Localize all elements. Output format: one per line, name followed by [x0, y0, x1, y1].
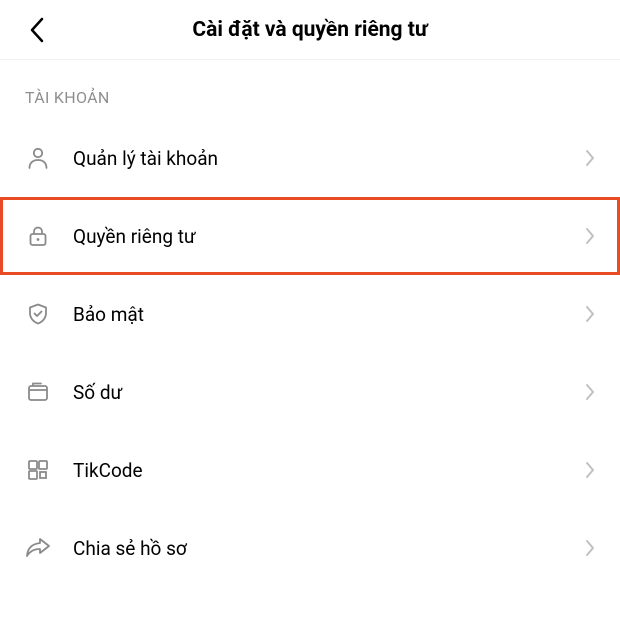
share-icon	[25, 535, 51, 561]
settings-item-security[interactable]: Bảo mật	[0, 275, 620, 353]
shield-icon	[25, 301, 51, 327]
chevron-right-icon	[585, 539, 595, 557]
chevron-right-icon	[585, 383, 595, 401]
settings-item-label: Quản lý tài khoản	[73, 147, 585, 170]
settings-item-tikcode[interactable]: TikCode	[0, 431, 620, 509]
header: Cài đặt và quyền riêng tư	[0, 0, 620, 60]
chevron-right-icon	[585, 149, 595, 167]
settings-item-privacy[interactable]: Quyền riêng tư	[0, 197, 620, 275]
chevron-right-icon	[585, 305, 595, 323]
back-button[interactable]	[22, 15, 52, 45]
qrcode-icon	[25, 457, 51, 483]
settings-list: Quản lý tài khoản Quyền riêng tư Bảo mật Số…	[0, 119, 620, 587]
settings-item-balance[interactable]: Số dư	[0, 353, 620, 431]
settings-item-manage-account[interactable]: Quản lý tài khoản	[0, 119, 620, 197]
page-title: Cài đặt và quyền riêng tư	[20, 18, 600, 42]
user-icon	[25, 145, 51, 171]
settings-item-label: Bảo mật	[73, 303, 585, 326]
settings-item-label: Quyền riêng tư	[73, 225, 585, 248]
lock-icon	[25, 223, 51, 249]
settings-item-label: TikCode	[73, 459, 585, 482]
chevron-right-icon	[585, 227, 595, 245]
wallet-icon	[25, 379, 51, 405]
section-header: TÀI KHOẢN	[0, 60, 620, 119]
settings-item-label: Chia sẻ hồ sơ	[73, 537, 585, 560]
settings-item-label: Số dư	[73, 381, 585, 404]
chevron-right-icon	[585, 461, 595, 479]
settings-item-share-profile[interactable]: Chia sẻ hồ sơ	[0, 509, 620, 587]
chevron-left-icon	[29, 17, 45, 43]
